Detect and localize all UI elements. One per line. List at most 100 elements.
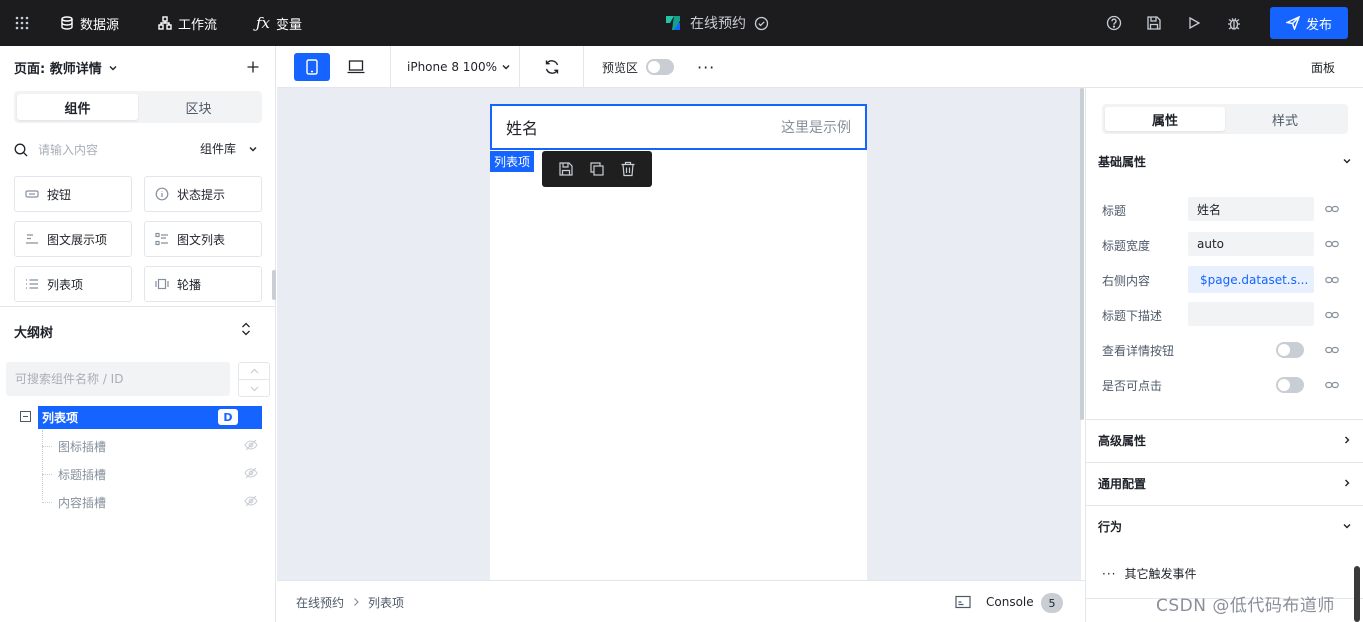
selected-component-tag[interactable]: 列表项 bbox=[490, 151, 535, 172]
bind-link-icon[interactable] bbox=[1324, 377, 1340, 393]
advanced-properties-header[interactable]: 高级属性 bbox=[1098, 430, 1352, 450]
database-icon bbox=[60, 16, 74, 30]
common-config-header[interactable]: 通用配置 bbox=[1098, 473, 1352, 493]
chevron-down-icon bbox=[248, 144, 258, 154]
property-style-tabs: 属性 样式 bbox=[1102, 104, 1348, 134]
mobile-view-button[interactable] bbox=[294, 53, 330, 81]
tab-styles[interactable]: 样式 bbox=[1225, 107, 1345, 131]
left-panel: 页面: 教师详情 组件 区块 组件库 按钮 状态提示 bbox=[0, 46, 276, 622]
list-item-extra: 这里是示例 bbox=[781, 120, 851, 136]
console-button[interactable]: Console bbox=[986, 581, 1034, 622]
component-image-list[interactable]: 图文列表 bbox=[144, 221, 262, 257]
component-search-input[interactable] bbox=[38, 143, 188, 157]
device-label: iPhone 8 100% bbox=[407, 60, 498, 74]
save-as-block-icon[interactable] bbox=[555, 158, 577, 180]
prop-label-title-width: 标题宽度 bbox=[1102, 239, 1151, 253]
component-search bbox=[14, 140, 194, 160]
save-icon[interactable] bbox=[1144, 13, 1164, 33]
tree-collapse-icon[interactable] bbox=[20, 411, 31, 422]
component-block-tabs: 组件 区块 bbox=[14, 91, 262, 123]
send-icon bbox=[1285, 16, 1300, 30]
variables-button[interactable]: ƒx 变量 bbox=[256, 0, 302, 46]
tree-node-icon-slot[interactable]: 图标插槽 bbox=[42, 435, 262, 457]
bind-link-icon[interactable] bbox=[1324, 307, 1340, 323]
component-button[interactable]: 按钮 bbox=[14, 176, 132, 212]
component-carousel[interactable]: 轮播 bbox=[144, 266, 262, 302]
tree-node-content-slot[interactable]: 内容插槽 bbox=[42, 491, 262, 513]
more-options-button[interactable]: ··· bbox=[697, 46, 715, 88]
right-panel-scrollbar[interactable] bbox=[1354, 566, 1360, 622]
components-scrollbar[interactable] bbox=[272, 270, 276, 300]
dataset-badge: D bbox=[218, 409, 238, 425]
run-icon[interactable] bbox=[1184, 13, 1204, 33]
panel-button[interactable]: 面板 bbox=[1311, 46, 1335, 88]
prop-title-input[interactable] bbox=[1188, 197, 1314, 221]
delete-icon[interactable] bbox=[617, 158, 639, 180]
section-title: 通用配置 bbox=[1098, 476, 1147, 491]
bind-link-icon[interactable] bbox=[1324, 342, 1340, 358]
library-selector[interactable]: 组件库 bbox=[200, 140, 258, 157]
apps-menu-button[interactable] bbox=[14, 0, 36, 46]
chevron-down-icon bbox=[108, 63, 118, 73]
bind-link-icon[interactable] bbox=[1324, 236, 1340, 252]
publish-button[interactable]: 发布 bbox=[1270, 7, 1348, 39]
outline-search-input[interactable] bbox=[6, 362, 230, 396]
detail-button-switch[interactable] bbox=[1276, 342, 1304, 358]
behavior-header[interactable]: 行为 bbox=[1098, 516, 1352, 536]
console-icon[interactable] bbox=[955, 595, 971, 609]
breadcrumb-component[interactable]: 列表项 bbox=[368, 594, 404, 611]
step-down-button[interactable] bbox=[239, 380, 269, 397]
breadcrumb-app[interactable]: 在线预约 bbox=[296, 594, 344, 611]
page-selector[interactable]: 页面: 教师详情 bbox=[14, 58, 118, 77]
prop-label-right-content: 右侧内容 bbox=[1102, 274, 1151, 288]
help-icon[interactable] bbox=[1104, 13, 1124, 33]
datasource-button[interactable]: 数据源 bbox=[60, 0, 119, 46]
canvas-scrollbar[interactable] bbox=[1080, 88, 1084, 420]
tree-node-title-slot[interactable]: 标题插槽 bbox=[42, 463, 262, 485]
tab-properties[interactable]: 属性 bbox=[1105, 107, 1225, 131]
clickable-switch[interactable] bbox=[1276, 377, 1304, 393]
tab-blocks[interactable]: 区块 bbox=[138, 94, 259, 120]
debug-bug-icon[interactable] bbox=[1224, 13, 1244, 33]
prop-label-detail-button: 查看详情按钮 bbox=[1102, 344, 1175, 358]
prop-title-width-input[interactable] bbox=[1188, 232, 1314, 256]
function-icon: ƒx bbox=[256, 14, 271, 32]
design-canvas: 姓名 这里是示例 列表项 bbox=[277, 88, 1084, 580]
prop-label-clickable: 是否可点击 bbox=[1102, 379, 1163, 393]
laptop-icon bbox=[347, 60, 365, 74]
component-image-text[interactable]: 图文展示项 bbox=[14, 221, 132, 257]
component-list-item[interactable]: 列表项 bbox=[14, 266, 132, 302]
prop-description-input[interactable] bbox=[1188, 302, 1314, 326]
section-title: 基础属性 bbox=[1098, 154, 1147, 169]
add-page-icon[interactable] bbox=[244, 58, 262, 76]
step-up-button[interactable] bbox=[239, 363, 269, 380]
prop-right-content-expression[interactable] bbox=[1188, 266, 1314, 293]
mobile-icon bbox=[306, 59, 318, 75]
eye-hidden-icon[interactable] bbox=[244, 495, 258, 507]
search-icon bbox=[14, 143, 28, 157]
button-icon bbox=[25, 187, 39, 201]
bind-link-icon[interactable] bbox=[1324, 201, 1340, 217]
other-events-button[interactable]: ··· 其它触发事件 bbox=[1102, 565, 1196, 582]
app-title: 在线预约 bbox=[664, 0, 769, 46]
workflow-button[interactable]: 工作流 bbox=[158, 0, 217, 46]
device-selector[interactable]: iPhone 8 100% bbox=[407, 46, 511, 88]
top-bar: 数据源 工作流 ƒx 变量 在线预约 发布 bbox=[0, 0, 1363, 46]
bind-link-icon[interactable] bbox=[1324, 272, 1340, 288]
component-status-tip[interactable]: 状态提示 bbox=[144, 176, 262, 212]
chevron-right-icon bbox=[1342, 435, 1352, 445]
refresh-icon[interactable] bbox=[543, 58, 561, 76]
desktop-view-button[interactable] bbox=[338, 53, 374, 81]
copy-icon[interactable] bbox=[586, 158, 608, 180]
expand-collapse-icon[interactable] bbox=[238, 321, 254, 337]
basic-properties-header[interactable]: 基础属性 bbox=[1098, 151, 1352, 171]
image-text-icon bbox=[25, 232, 39, 246]
selected-list-item[interactable]: 姓名 这里是示例 bbox=[490, 104, 867, 150]
eye-hidden-icon[interactable] bbox=[244, 439, 258, 451]
tree-node-list-item[interactable]: 列表项 D bbox=[38, 406, 262, 429]
divider bbox=[0, 306, 276, 307]
eye-hidden-icon[interactable] bbox=[244, 467, 258, 479]
preview-area-toggle[interactable] bbox=[646, 59, 674, 75]
tab-components[interactable]: 组件 bbox=[17, 94, 138, 120]
component-label: 轮播 bbox=[177, 277, 202, 292]
